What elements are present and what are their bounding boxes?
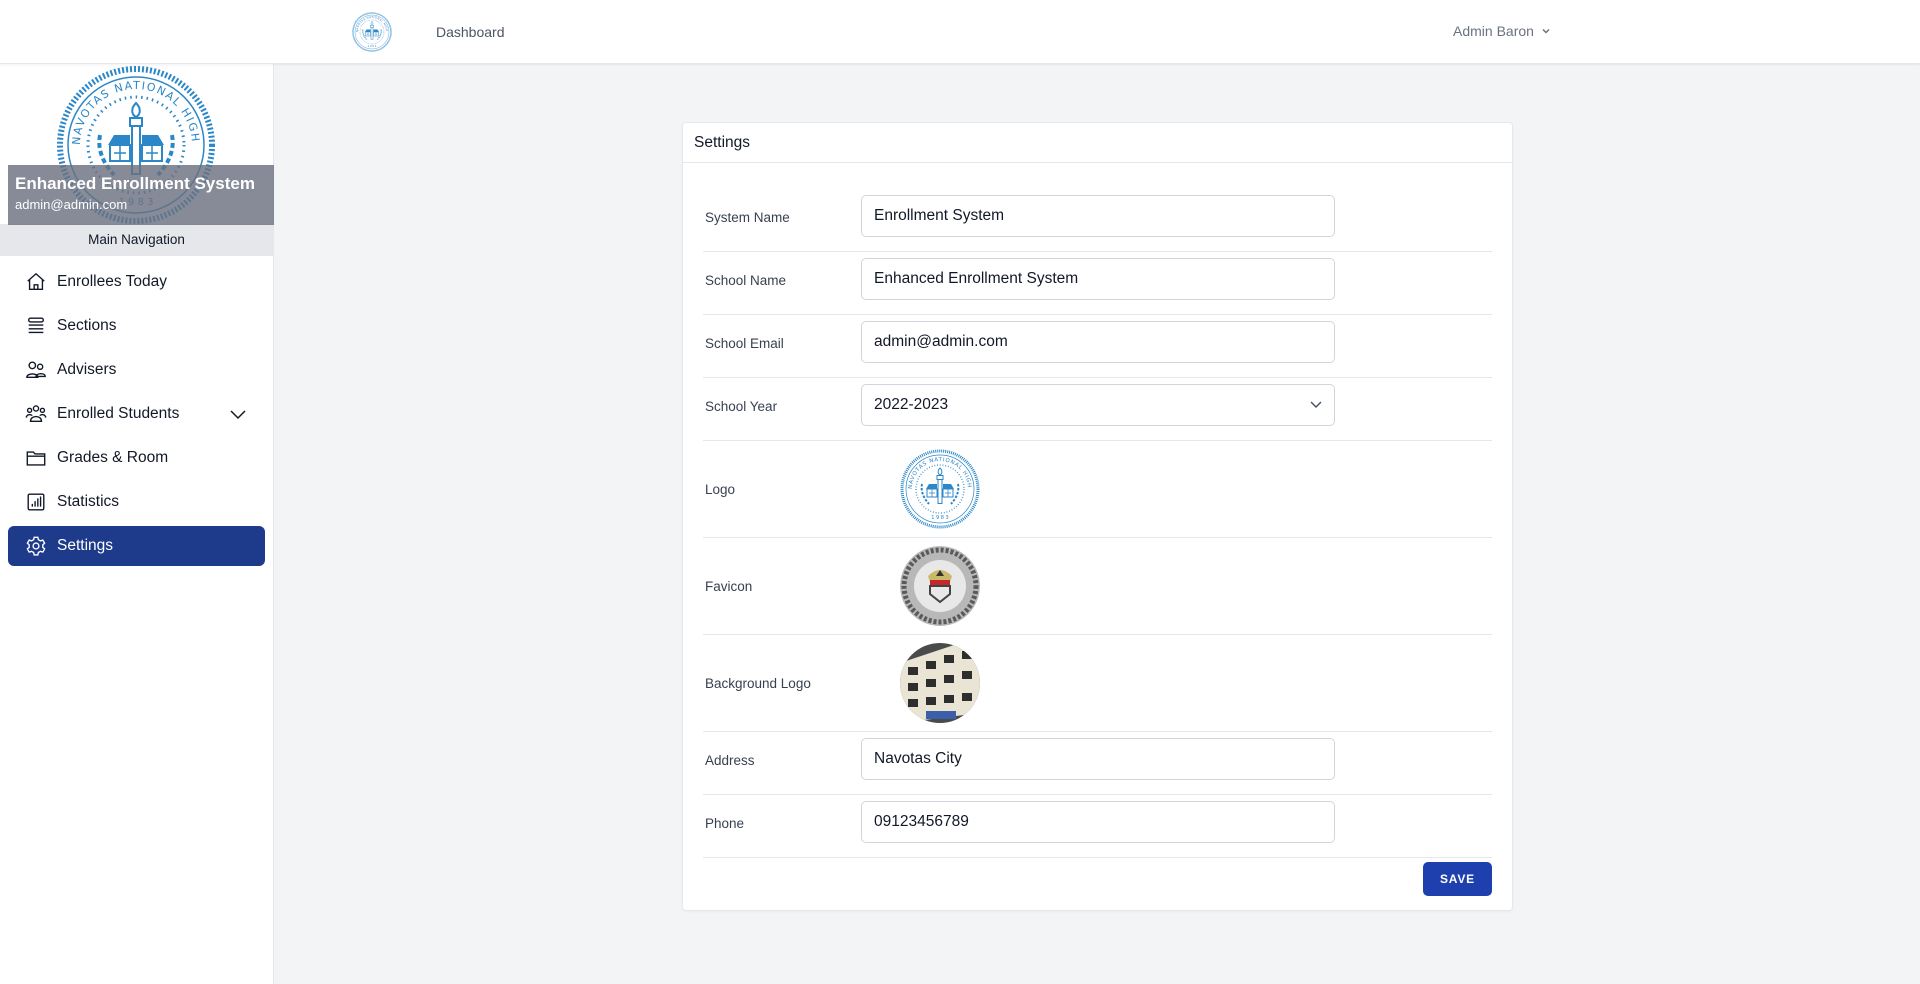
phone-label: Phone [705, 815, 745, 831]
school-email-input[interactable] [861, 321, 1335, 363]
favicon-image[interactable] [900, 546, 980, 626]
gear-icon [26, 536, 46, 556]
chevron-down-icon [1542, 28, 1550, 34]
system-name-row: System Name [703, 189, 1492, 252]
sidebar-item-advisers[interactable]: Advisers [8, 350, 265, 390]
form-actions: SAVE [703, 858, 1492, 916]
school-name-row: School Name [703, 252, 1492, 315]
school-logo-icon[interactable] [352, 12, 392, 52]
address-row: Address [703, 732, 1492, 795]
phone-input[interactable] [861, 801, 1335, 843]
user-email: admin@admin.com [15, 197, 128, 212]
user-name: Admin Baron [1453, 23, 1534, 39]
sidebar-item-label: Enrolled Students [57, 405, 180, 422]
sidebar-item-statistics[interactable]: Statistics [8, 482, 265, 522]
favicon-label: Favicon [705, 578, 753, 594]
user-menu[interactable]: Admin Baron [1453, 23, 1552, 39]
logo-label: Logo [705, 481, 736, 497]
chevron-down-icon [1310, 401, 1322, 409]
school-year-select[interactable]: 2022-2023 [861, 384, 1335, 426]
sidebar-item-label: Settings [57, 537, 114, 554]
school-year-value: 2022-2023 [874, 396, 949, 413]
sidebar-item-settings[interactable]: Settings [8, 526, 265, 566]
settings-card: Settings System Name School Name School … [682, 122, 1513, 911]
chart-icon [27, 493, 45, 511]
school-name-input[interactable] [861, 258, 1335, 300]
address-label: Address [705, 752, 755, 768]
save-button[interactable]: SAVE [1423, 862, 1492, 896]
school-email-row: School Email [703, 315, 1492, 378]
settings-title: Settings [683, 123, 1512, 163]
top-navbar: Dashboard Admin Baron [0, 0, 1920, 64]
sidebar: Enhanced Enrollment System admin@admin.c… [0, 64, 274, 984]
school-name-label: School Name [705, 272, 787, 288]
sidebar-item-grades-room[interactable]: Grades & Room [8, 438, 265, 478]
profile-overlay: Enhanced Enrollment System admin@admin.c… [8, 165, 274, 225]
phone-row: Phone [703, 795, 1492, 858]
chevron-down-icon[interactable] [229, 405, 247, 423]
address-input[interactable] [861, 738, 1335, 780]
logo-row: Logo [703, 441, 1492, 538]
list-icon [27, 317, 45, 334]
settings-form: System Name School Name School Email Sch… [683, 163, 1512, 916]
background-logo-row: Background Logo [703, 635, 1492, 732]
sidebar-profile: Enhanced Enrollment System admin@admin.c… [0, 64, 274, 225]
user-group-icon [25, 405, 47, 423]
background-logo-label: Background Logo [705, 675, 811, 691]
sidebar-item-label: Statistics [57, 493, 120, 510]
sidebar-item-sections[interactable]: Sections [8, 306, 265, 346]
users-icon [26, 361, 46, 379]
main-navigation-label: Main Navigation [0, 224, 273, 256]
school-year-label: School Year [705, 398, 778, 414]
nav-dashboard-link[interactable]: Dashboard [436, 24, 505, 40]
home-icon [27, 272, 45, 291]
folder-icon [26, 451, 46, 466]
sidebar-item-enrollees-today[interactable]: Enrollees Today [8, 262, 265, 302]
favicon-row: Favicon [703, 538, 1492, 635]
school-email-label: School Email [705, 335, 784, 351]
sidebar-item-enrolled-students[interactable]: Enrolled Students [8, 394, 265, 434]
logo-image[interactable] [900, 449, 980, 529]
system-name-label: System Name [705, 209, 790, 225]
main-navigation: Enrollees Today Sections Advisers Enroll… [0, 256, 273, 566]
system-name-input[interactable] [861, 195, 1335, 237]
background-logo-image[interactable] [900, 643, 980, 723]
sidebar-item-label: Sections [57, 317, 117, 334]
system-title: Enhanced Enrollment System [15, 174, 255, 193]
school-year-row: School Year 2022-2023 [703, 378, 1492, 441]
sidebar-item-label: Advisers [57, 361, 117, 378]
sidebar-item-label: Enrollees Today [57, 273, 168, 290]
sidebar-item-label: Grades & Room [57, 449, 169, 466]
